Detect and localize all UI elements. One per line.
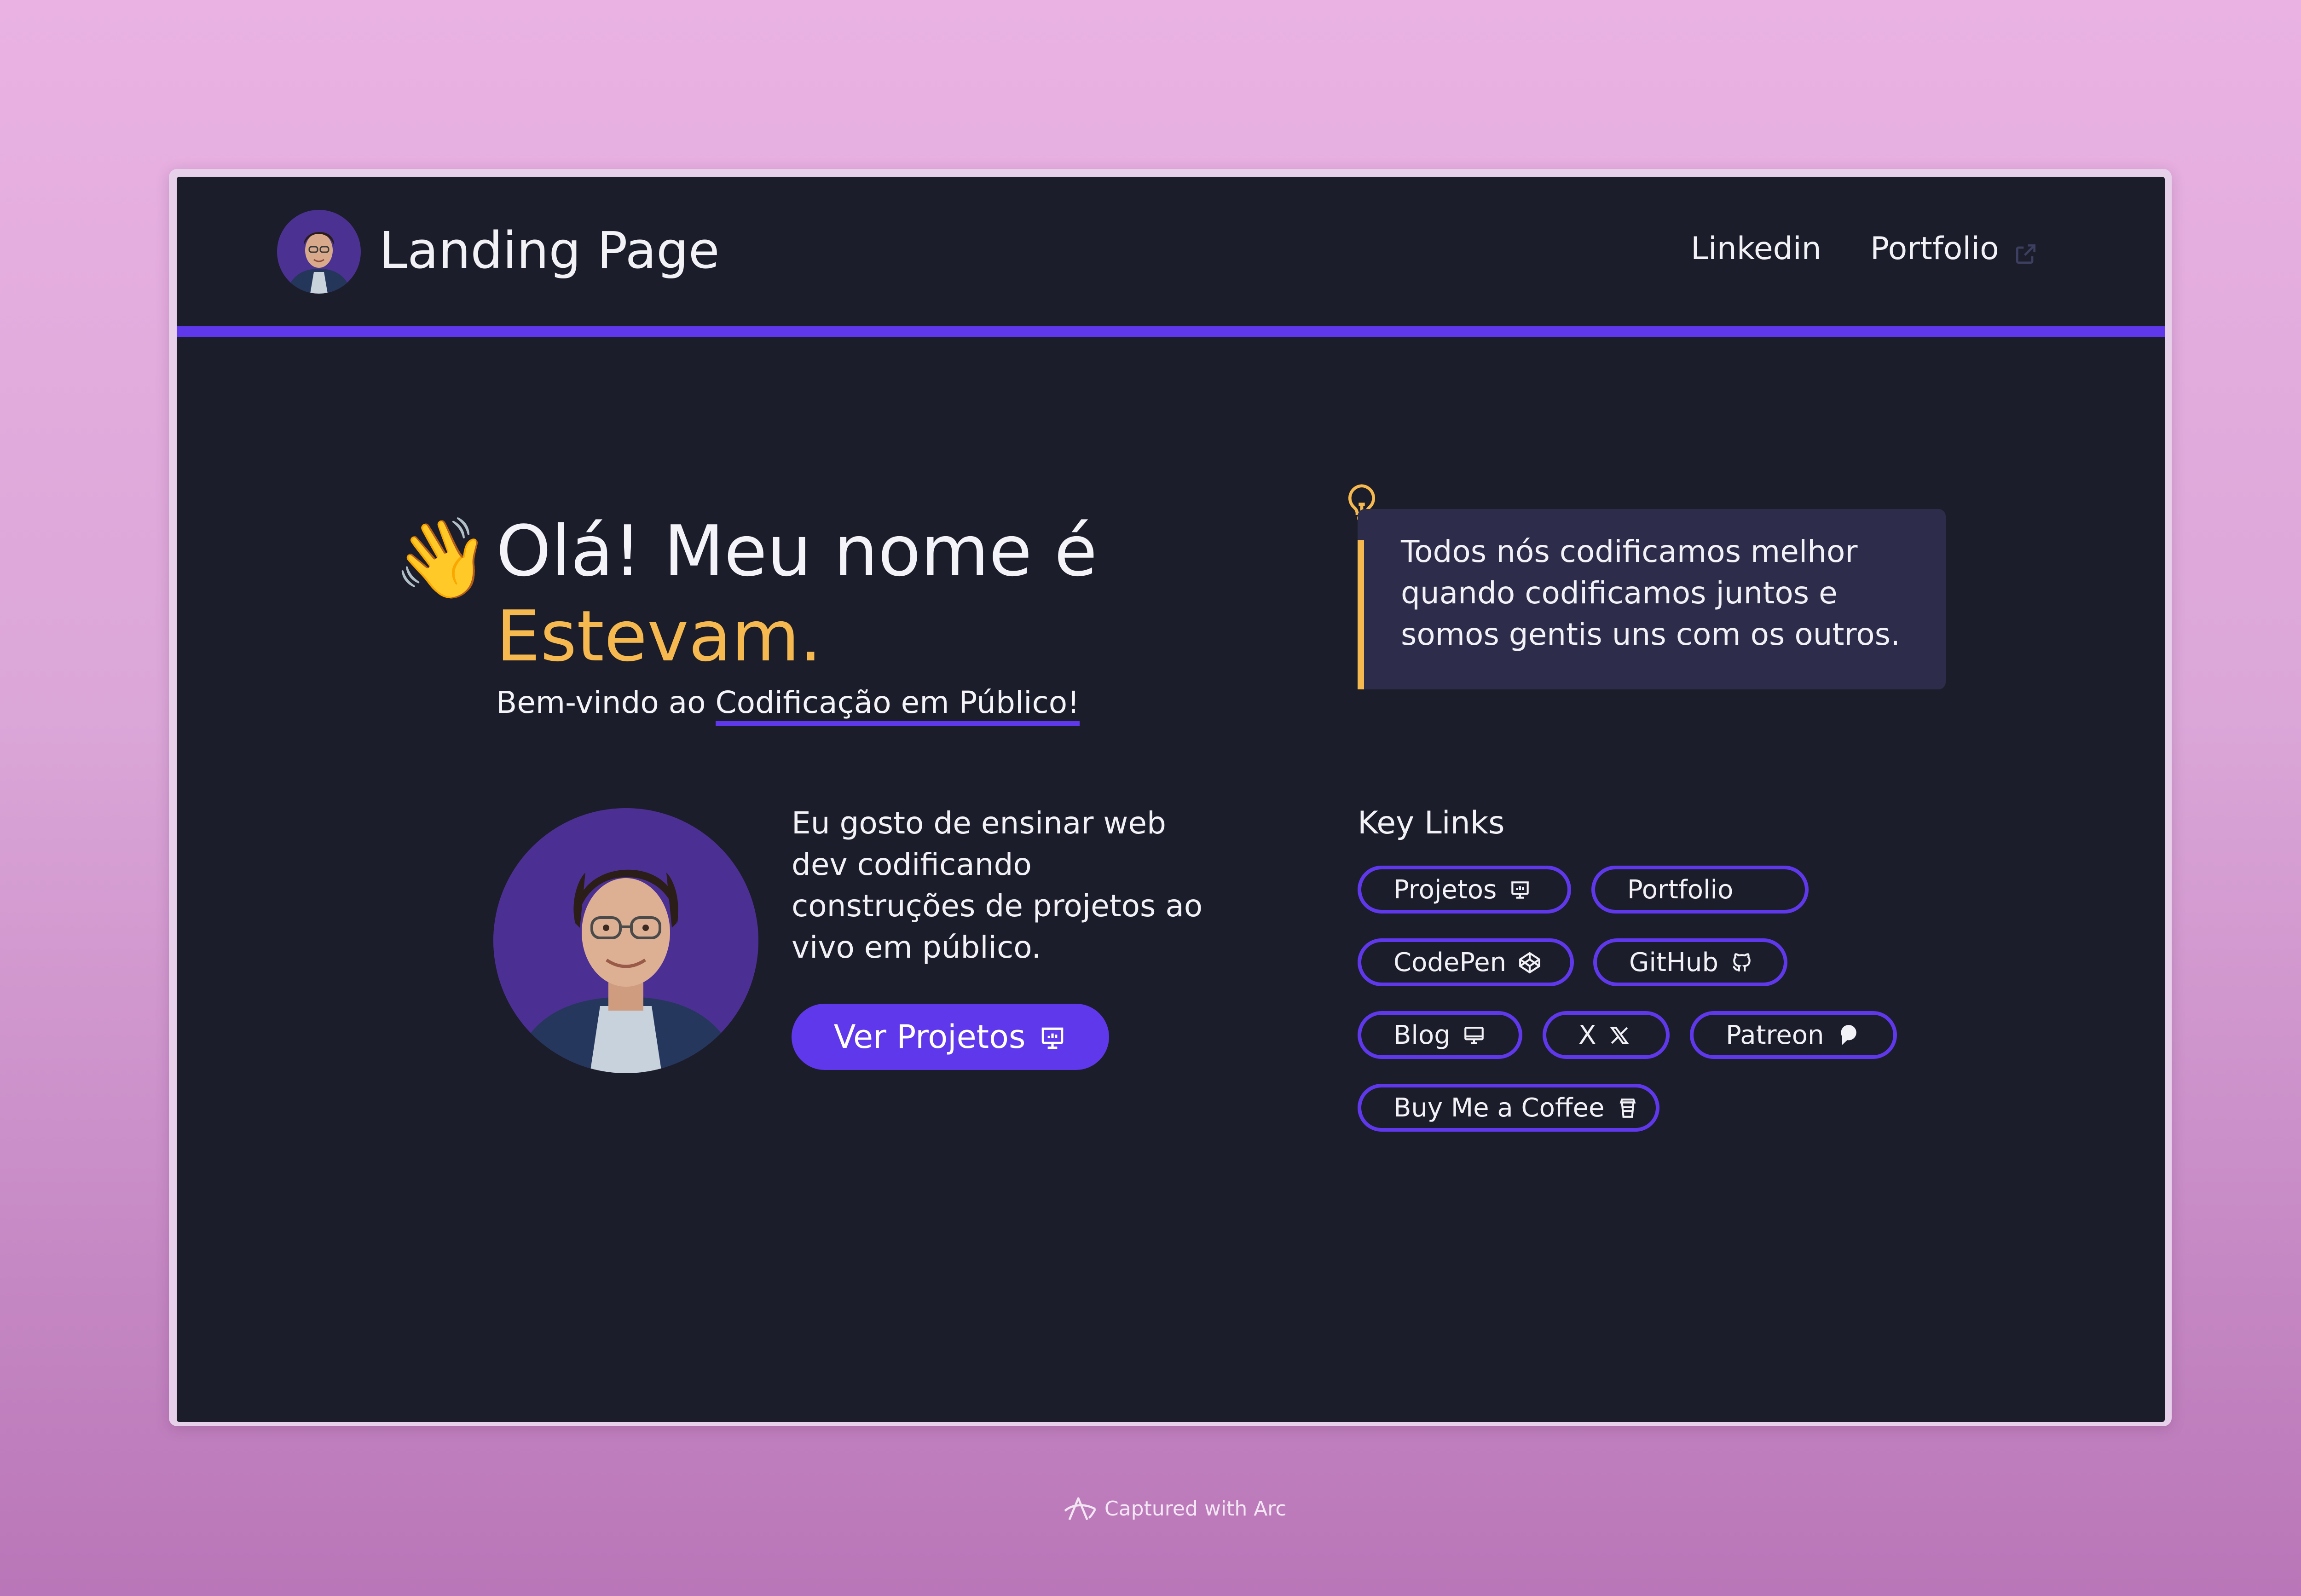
view-projects-label: Ver Projetos: [833, 1018, 1026, 1056]
key-links-title: Key Links: [1358, 805, 1505, 841]
quote-accent-line: [1358, 540, 1364, 689]
avatar-portrait-icon: [277, 210, 361, 294]
external-link-icon: [2013, 236, 2039, 264]
key-link-buy-me-a-coffee[interactable]: Buy Me a Coffee: [1358, 1084, 1659, 1132]
profile-photo: [493, 808, 758, 1073]
nav-portfolio-label: Portfolio: [1870, 231, 1999, 267]
key-link-label: Blog: [1393, 1020, 1451, 1050]
about-text: Eu gosto de ensinar web dev codificando …: [792, 805, 1203, 965]
avatar[interactable]: [277, 210, 361, 294]
key-link-codepen[interactable]: CodePen: [1358, 938, 1574, 986]
header-accent-bar: [177, 326, 2165, 337]
key-link-label: Portfolio: [1627, 874, 1734, 905]
presentation-chart-icon: [1038, 1023, 1067, 1051]
key-link-patreon[interactable]: Patreon: [1690, 1011, 1897, 1059]
site-title[interactable]: Landing Page: [379, 220, 720, 280]
waving-hand-icon: 👋: [393, 513, 491, 604]
welcome-highlight: Codificação em Público!: [715, 685, 1080, 726]
key-link-label: Patreon: [1726, 1020, 1824, 1050]
key-link-label: Buy Me a Coffee: [1393, 1093, 1605, 1123]
key-link-label: X: [1578, 1020, 1596, 1050]
codepen-icon: [1518, 951, 1541, 974]
key-link-projetos[interactable]: Projetos: [1358, 866, 1571, 914]
key-link-x[interactable]: X: [1543, 1011, 1670, 1059]
nav-link-linkedin[interactable]: Linkedin: [1691, 228, 1821, 270]
key-link-blog[interactable]: Blog: [1358, 1011, 1522, 1059]
hero-title: Olá! Meu nome é: [496, 510, 1098, 592]
key-link-github[interactable]: GitHub: [1593, 938, 1787, 986]
page-window: Landing Page Linkedin Portfolio 👋 Olá! M…: [177, 177, 2165, 1422]
key-link-label: Projetos: [1393, 874, 1497, 905]
captured-with-arc-label: Captured with Arc: [1104, 1497, 1287, 1521]
github-icon: [1730, 951, 1753, 974]
patreon-icon: [1836, 1024, 1859, 1047]
nav-link-portfolio[interactable]: Portfolio: [1870, 228, 2039, 270]
quote-text: Todos nós codificamos melhor quando codi…: [1401, 534, 1900, 652]
x-logo-icon: [1608, 1024, 1631, 1047]
key-link-label: GitHub: [1629, 947, 1719, 977]
key-link-label: CodePen: [1393, 947, 1507, 977]
browser-frame: Landing Page Linkedin Portfolio 👋 Olá! M…: [169, 169, 2172, 1426]
arc-capture-footer: Captured with Arc: [1062, 1495, 1287, 1523]
coffee-cup-icon: [1616, 1096, 1639, 1119]
hero-name: Estevam.: [496, 596, 822, 677]
welcome-text: Bem-vindo ao Codificação em Público!: [496, 683, 1080, 726]
profile-portrait-icon: [493, 808, 758, 1073]
welcome-prefix: Bem-vindo ao: [496, 685, 716, 720]
arc-logo-icon: [1062, 1495, 1098, 1523]
monitor-icon: [1463, 1024, 1486, 1047]
key-link-portfolio[interactable]: Portfolio: [1591, 866, 1809, 914]
presentation-chart-icon: [1509, 878, 1532, 901]
view-projects-button[interactable]: Ver Projetos: [792, 1004, 1109, 1070]
site-header: Landing Page Linkedin Portfolio: [177, 177, 2165, 326]
